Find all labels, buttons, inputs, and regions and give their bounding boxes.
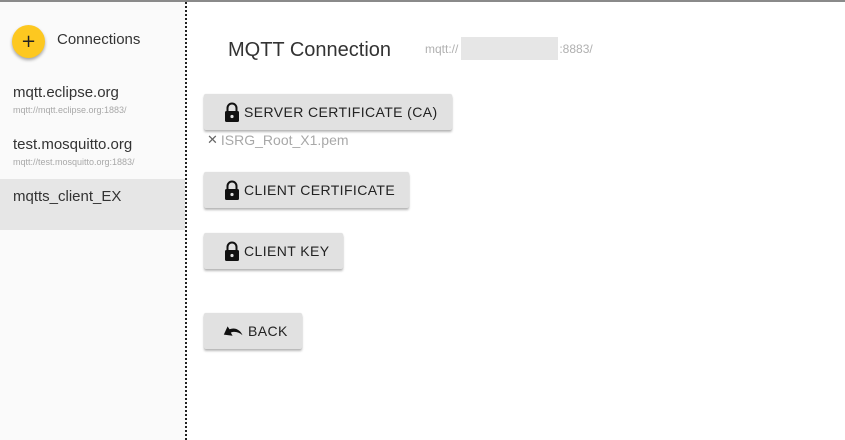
sidebar: + Connections mqtt.eclipse.org mqtt://mq… [0, 2, 185, 440]
add-connection-button[interactable]: + [12, 25, 45, 58]
button-label: SERVER CERTIFICATE (CA) [244, 104, 438, 120]
connection-name: mqtts_client_EX [13, 188, 122, 205]
redacted-host [461, 37, 559, 60]
certificate-filename: ISRG_Root_X1.pem [220, 132, 349, 148]
connections-label: Connections [57, 31, 141, 48]
page-title: MQTT Connection [228, 39, 392, 61]
sidebar-divider [185, 2, 187, 440]
lock-icon [223, 102, 241, 122]
connection-url: mqtt://test.mosquitto.org:1883/ [13, 157, 135, 167]
back-button[interactable]: BACK [204, 313, 302, 349]
button-label: CLIENT KEY [244, 243, 330, 259]
client-certificate-button[interactable]: CLIENT CERTIFICATE [204, 172, 410, 208]
undo-arrow-icon [223, 324, 245, 338]
lock-icon [223, 180, 241, 200]
client-key-button[interactable]: CLIENT KEY [204, 233, 344, 269]
button-label: CLIENT CERTIFICATE [244, 182, 396, 198]
close-icon[interactable]: ✕ [207, 134, 218, 147]
connection-item-mqtts-client-ex[interactable]: mqtts_client_EX [0, 179, 185, 230]
add-connection-row: + Connections [12, 25, 140, 58]
server-certificate-file: ✕ ISRG_Root_X1.pem [207, 132, 349, 148]
connection-item-mqtt-eclipse[interactable]: mqtt.eclipse.org mqtt://mqtt.eclipse.org… [0, 84, 185, 124]
plus-icon: + [20, 30, 37, 52]
connection-name: mqtt.eclipse.org [13, 84, 119, 101]
url-suffix: :8883/ [559, 41, 593, 56]
lock-icon [223, 241, 241, 261]
connection-item-test-mosquitto[interactable]: test.mosquitto.org mqtt://test.mosquitto… [0, 136, 185, 176]
connection-name: test.mosquitto.org [13, 136, 133, 153]
url-prefix: mqtt:// [425, 41, 459, 56]
connection-url-display: mqtt:// :8883/ [425, 37, 593, 60]
server-certificate-button[interactable]: SERVER CERTIFICATE (CA) [204, 94, 452, 130]
button-label: BACK [248, 323, 288, 339]
connection-url: mqtt://mqtt.eclipse.org:1883/ [13, 105, 127, 115]
